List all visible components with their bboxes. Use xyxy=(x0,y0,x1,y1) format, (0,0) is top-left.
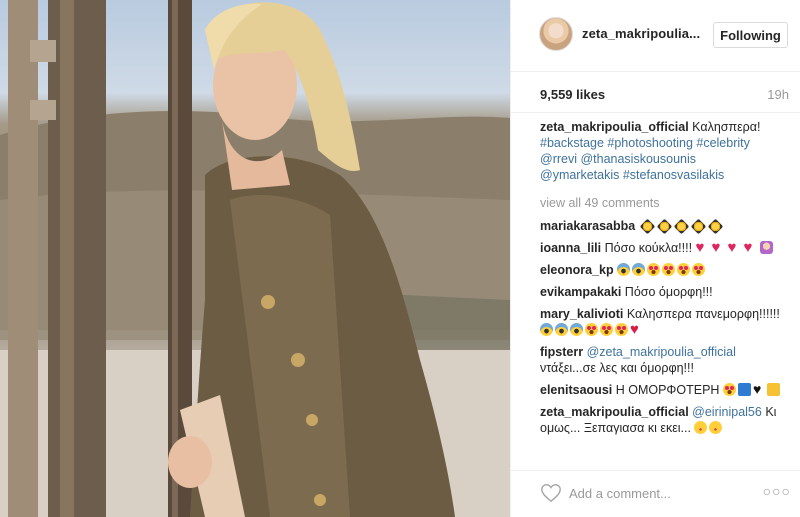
comment-username[interactable]: mary_kaliviotі xyxy=(540,307,623,321)
comment-username[interactable]: eleonora_kp xyxy=(540,263,614,277)
star-emoji-icon xyxy=(690,218,706,235)
comment-item: eleonora_kp xyxy=(540,262,790,278)
comment-mention[interactable]: @zeta_makripoulia_official xyxy=(587,345,736,359)
comment-text: Η ΟΜΟΡΦΟΤΕΡΗ xyxy=(615,383,720,397)
comments-list: zeta_makripoulia_official Καλησπερα! #ba… xyxy=(540,118,790,463)
comment-item: ioanna_lili Πόσο κούκλα!!!! xyxy=(540,240,790,256)
scream-emoji-icon xyxy=(540,323,553,336)
star-emoji-icon xyxy=(656,218,672,235)
scream-emoji-icon xyxy=(632,263,646,276)
comment-username[interactable]: elenitsaousi xyxy=(540,383,612,397)
post-stats: 9,559 likes 19h xyxy=(511,72,800,113)
comment-mention[interactable]: @eirinipal56 xyxy=(692,405,762,419)
post-author-username[interactable]: zeta_makripoulia... xyxy=(582,26,700,41)
photo-illustration xyxy=(0,0,510,517)
hearteyes-emoji-icon xyxy=(692,263,706,276)
comment-text: Καλησπερα πανεμορφη!!!!!! xyxy=(626,307,780,321)
caption-text: Καλησπερα! xyxy=(692,120,761,134)
comment-item: elenitsaousi Η ΟΜΟΡΦΟΤΕΡΗ xyxy=(540,382,790,398)
add-comment-input[interactable] xyxy=(569,482,749,504)
comment-username[interactable]: fipsterr xyxy=(540,345,583,359)
comment-item: mary_kaliviotі Καλησπερα πανεμορφη!!!!!! xyxy=(540,306,790,338)
post-photo[interactable] xyxy=(0,0,510,517)
scream-emoji-icon xyxy=(570,323,583,336)
following-button[interactable]: Following xyxy=(713,22,788,48)
post-header: zeta_makripoulia... Following xyxy=(511,0,800,72)
caption-tags-line-1[interactable]: #backstage #photoshooting #celebrity xyxy=(540,136,750,150)
more-options-icon[interactable]: ○○○ xyxy=(763,483,791,499)
hearteyes-emoji-icon xyxy=(677,263,691,276)
comment-text: ντάξει...σε λες και όμορφη!!! xyxy=(540,361,694,375)
blush-emoji-icon xyxy=(694,421,708,434)
hearteyes-emoji-icon xyxy=(722,383,736,396)
blue-sq-emoji-icon xyxy=(737,383,751,396)
caption-username[interactable]: zeta_makripoulia_official xyxy=(540,120,689,134)
star-emoji-icon xyxy=(673,218,689,235)
comment-item: zeta_makripoulia_official @eirinipal56 Κ… xyxy=(540,404,790,436)
avatar[interactable] xyxy=(539,17,573,51)
comment-item: fipsterr @zeta_makripoulia_official ντάξ… xyxy=(540,344,790,376)
heart-emoji-icon xyxy=(712,241,726,254)
hearteyes-emoji-icon xyxy=(615,323,628,336)
caption-tags-line-3[interactable]: @ymarketakis #stefanosvasilakis xyxy=(540,168,724,182)
black-heart-emoji-icon xyxy=(753,383,765,396)
post-timestamp[interactable]: 19h xyxy=(767,87,789,102)
blush-emoji-icon xyxy=(709,421,723,434)
comment-bar: ○○○ xyxy=(511,470,800,517)
comment-item: evikampakaki Πόσο όμορφη!!! xyxy=(540,284,790,300)
view-all-comments-link[interactable]: view all 49 comments xyxy=(540,195,790,211)
star-emoji-icon xyxy=(707,218,723,235)
woman-emoji-icon xyxy=(759,241,773,254)
likes-count[interactable]: 9,559 likes xyxy=(540,87,605,102)
hearteyes-emoji-icon xyxy=(585,323,598,336)
heart-emoji-icon xyxy=(744,241,758,254)
comment-item: mariakarasabba xyxy=(540,218,790,235)
comment-text: Πόσο κούκλα!!!! xyxy=(604,241,693,255)
heart-emoji-icon xyxy=(696,241,710,254)
hearteyes-emoji-icon xyxy=(647,263,661,276)
comment-username[interactable]: mariakarasabba xyxy=(540,219,635,233)
comment-username[interactable]: ioanna_lili xyxy=(540,241,601,255)
like-heart-icon[interactable] xyxy=(540,482,562,504)
comment-text: Πόσο όμορφη!!! xyxy=(624,285,713,299)
scream-emoji-icon xyxy=(617,263,631,276)
comment-username[interactable]: zeta_makripoulia_official xyxy=(540,405,689,419)
post-caption: zeta_makripoulia_official Καλησπερα! #ba… xyxy=(540,119,790,183)
hearteyes-emoji-icon xyxy=(600,323,613,336)
yellow-sq-emoji-icon xyxy=(766,383,780,396)
scream-emoji-icon xyxy=(555,323,568,336)
heart-emoji-icon xyxy=(728,241,742,254)
post-side-panel: zeta_makripoulia... Following 9,559 like… xyxy=(510,0,800,517)
heartbroken-emoji-icon xyxy=(630,323,644,336)
hearteyes-emoji-icon xyxy=(662,263,676,276)
comment-username[interactable]: evikampakaki xyxy=(540,285,621,299)
star-emoji-icon xyxy=(639,218,655,235)
caption-tags-line-2[interactable]: @rrevi @thanasiskousounis xyxy=(540,152,696,166)
